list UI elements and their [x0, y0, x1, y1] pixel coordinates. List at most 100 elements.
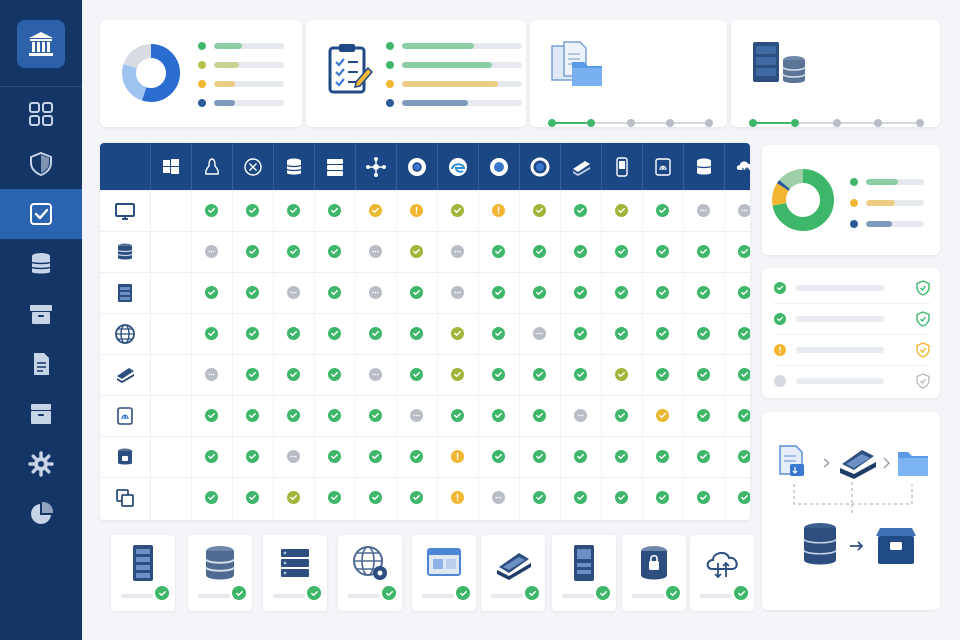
check-icon[interactable]: [205, 204, 218, 217]
row-asset[interactable]: [100, 355, 150, 395]
warning-icon[interactable]: [451, 491, 464, 504]
system-tile[interactable]: [338, 535, 402, 611]
check-icon[interactable]: [738, 286, 750, 299]
check-icon[interactable]: [205, 327, 218, 340]
check-icon[interactable]: [369, 204, 382, 217]
pending-icon[interactable]: [287, 286, 300, 299]
system-tile[interactable]: [622, 535, 686, 611]
check-icon[interactable]: [410, 245, 423, 258]
check-icon[interactable]: [574, 368, 587, 381]
check-icon[interactable]: [492, 327, 505, 340]
table-row[interactable]: [100, 231, 750, 271]
system-tile[interactable]: [188, 535, 252, 611]
matrix-column-header[interactable]: [232, 143, 272, 190]
check-icon[interactable]: [533, 491, 546, 504]
pending-icon[interactable]: [451, 286, 464, 299]
check-icon[interactable]: [656, 409, 669, 422]
matrix-column-header[interactable]: [519, 143, 559, 190]
check-icon[interactable]: [328, 491, 341, 504]
pending-icon[interactable]: [697, 204, 710, 217]
check-icon[interactable]: [492, 450, 505, 463]
pending-icon[interactable]: [205, 368, 218, 381]
sidebar-item-databases[interactable]: [0, 239, 82, 289]
check-icon[interactable]: [287, 368, 300, 381]
check-icon[interactable]: [246, 327, 259, 340]
check-icon[interactable]: [615, 491, 628, 504]
check-icon[interactable]: [615, 204, 628, 217]
pending-icon[interactable]: [492, 491, 505, 504]
check-icon[interactable]: [205, 409, 218, 422]
check-icon[interactable]: [574, 491, 587, 504]
sidebar-item-security[interactable]: [0, 139, 82, 189]
matrix-column-header[interactable]: [396, 143, 436, 190]
check-icon[interactable]: [533, 409, 546, 422]
check-icon[interactable]: [451, 204, 464, 217]
pending-icon[interactable]: [287, 450, 300, 463]
warning-icon[interactable]: [451, 450, 464, 463]
row-asset[interactable]: [100, 191, 150, 231]
check-icon[interactable]: [328, 327, 341, 340]
check-icon[interactable]: [656, 286, 669, 299]
check-icon[interactable]: [615, 409, 628, 422]
table-row[interactable]: [100, 436, 750, 476]
table-row[interactable]: [100, 272, 750, 312]
check-icon[interactable]: [615, 327, 628, 340]
check-icon[interactable]: [656, 327, 669, 340]
status-donut-card[interactable]: [762, 145, 940, 255]
check-icon[interactable]: [246, 368, 259, 381]
check-icon[interactable]: [246, 286, 259, 299]
pending-icon[interactable]: [205, 245, 218, 258]
sidebar-item-settings[interactable]: [0, 439, 82, 489]
warning-icon[interactable]: [410, 204, 423, 217]
check-icon[interactable]: [656, 491, 669, 504]
check-icon[interactable]: [533, 286, 546, 299]
matrix-column-header[interactable]: [724, 143, 750, 190]
check-icon[interactable]: [656, 450, 669, 463]
sidebar-item-documents[interactable]: [0, 339, 82, 389]
system-tile[interactable]: [412, 535, 476, 611]
check-icon[interactable]: [205, 491, 218, 504]
table-row[interactable]: [100, 313, 750, 353]
checklist-item[interactable]: [774, 309, 930, 329]
check-icon[interactable]: [410, 286, 423, 299]
summary-card-files[interactable]: [530, 20, 727, 127]
pending-icon[interactable]: [369, 286, 382, 299]
matrix-column-header[interactable]: [355, 143, 395, 190]
sidebar-item-storage[interactable]: [0, 389, 82, 439]
row-asset[interactable]: [100, 478, 150, 518]
check-icon[interactable]: [533, 368, 546, 381]
check-icon[interactable]: [615, 368, 628, 381]
check-icon[interactable]: [287, 409, 300, 422]
summary-card-servers[interactable]: [731, 20, 940, 127]
check-icon[interactable]: [369, 409, 382, 422]
table-row[interactable]: [100, 190, 750, 230]
check-icon[interactable]: [492, 409, 505, 422]
system-tile[interactable]: [481, 535, 545, 611]
matrix-column-header[interactable]: [314, 143, 354, 190]
check-icon[interactable]: [287, 204, 300, 217]
check-icon[interactable]: [451, 368, 464, 381]
matrix-column-header[interactable]: [191, 143, 231, 190]
pending-icon[interactable]: [369, 245, 382, 258]
table-row[interactable]: [100, 477, 750, 517]
check-icon[interactable]: [533, 204, 546, 217]
check-icon[interactable]: [656, 245, 669, 258]
check-icon[interactable]: [246, 245, 259, 258]
matrix-column-header[interactable]: [437, 143, 477, 190]
check-icon[interactable]: [656, 368, 669, 381]
check-icon[interactable]: [697, 245, 710, 258]
pending-icon[interactable]: [738, 204, 750, 217]
check-icon[interactable]: [451, 327, 464, 340]
matrix-column-header[interactable]: [560, 143, 600, 190]
check-icon[interactable]: [205, 450, 218, 463]
check-icon[interactable]: [492, 245, 505, 258]
check-icon[interactable]: [697, 327, 710, 340]
check-icon[interactable]: [328, 204, 341, 217]
check-icon[interactable]: [287, 327, 300, 340]
check-icon[interactable]: [328, 409, 341, 422]
check-icon[interactable]: [369, 491, 382, 504]
check-icon[interactable]: [410, 368, 423, 381]
checklist-item[interactable]: [774, 371, 930, 391]
sidebar-item-dashboard[interactable]: [0, 89, 82, 139]
check-icon[interactable]: [410, 491, 423, 504]
